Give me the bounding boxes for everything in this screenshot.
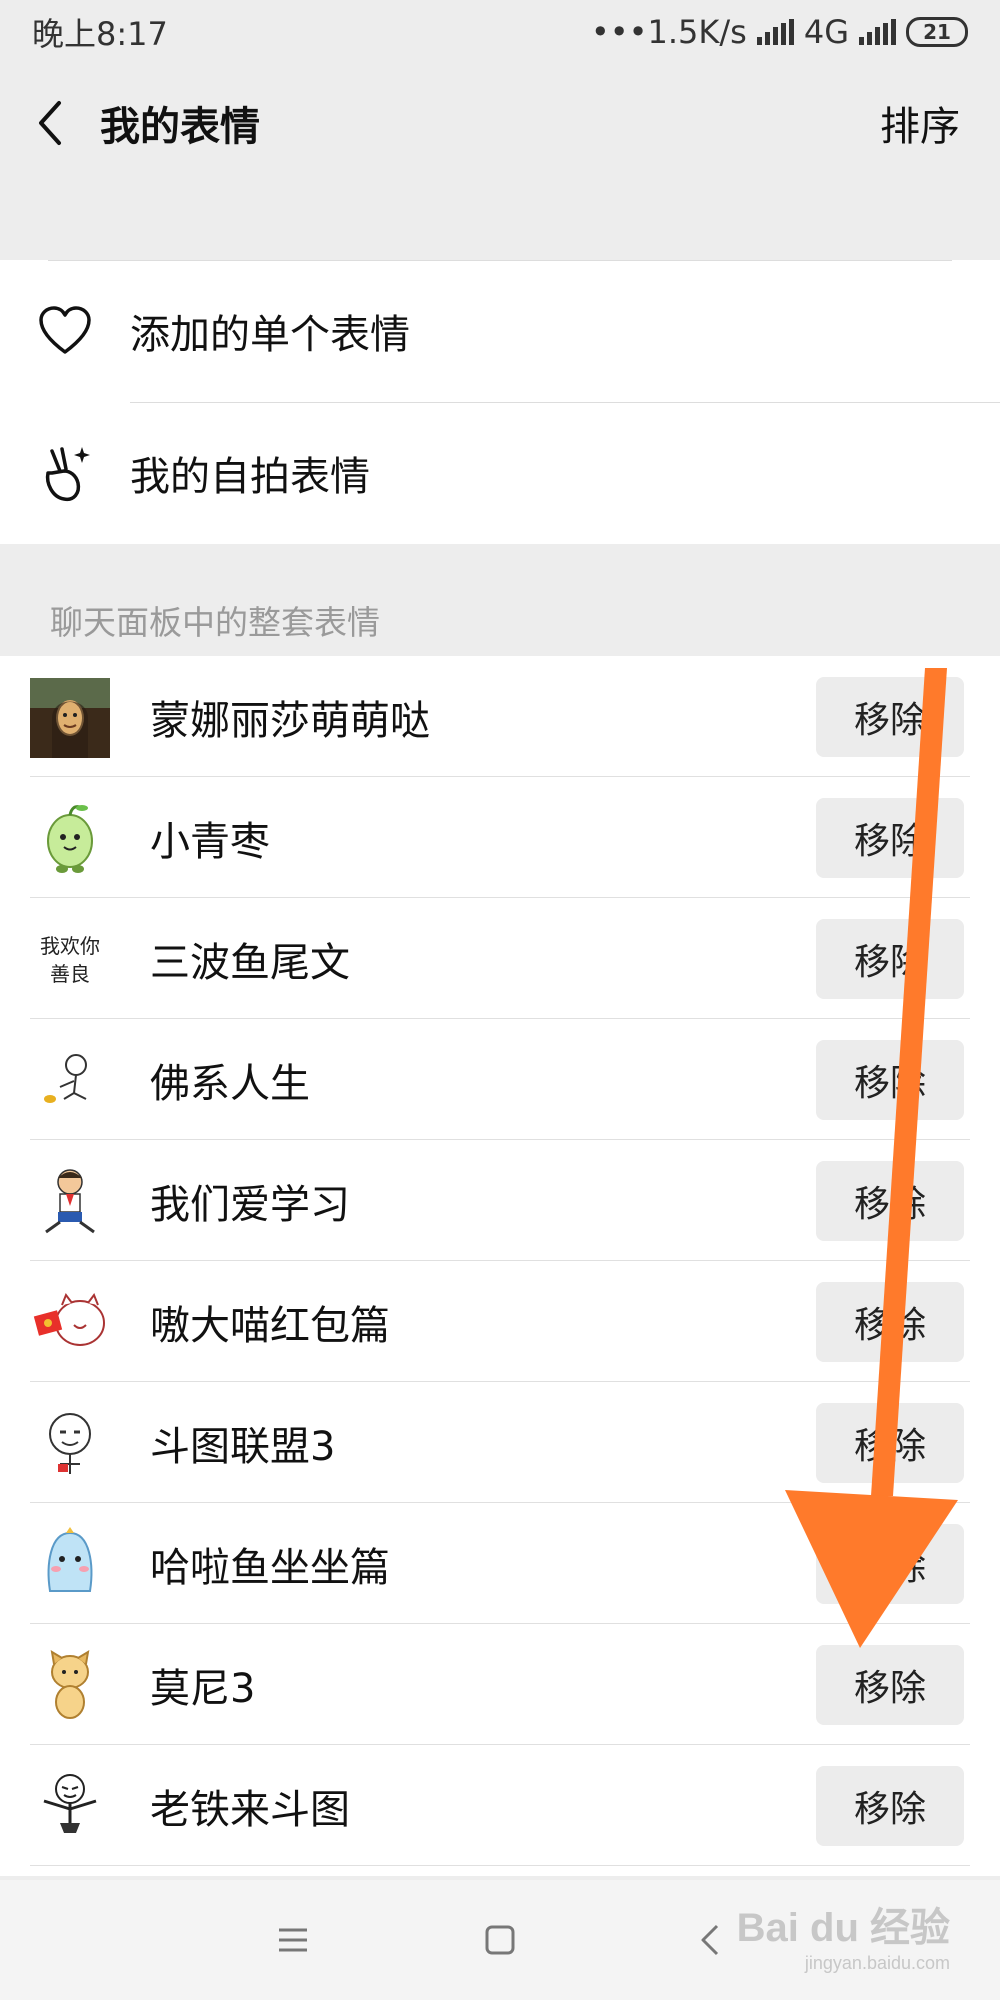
list-item: 哈啦鱼坐坐篇 移除	[0, 1503, 1000, 1624]
remove-button[interactable]: 移除	[816, 919, 964, 999]
status-indicators: •••1.5K/s 4G 21	[591, 13, 968, 51]
pack-name: 三波鱼尾文	[150, 939, 350, 986]
emoji-pack-list: 蒙娜丽莎萌萌哒 移除 小青枣 移除 我欢你 善良 三波鱼尾文 移除 佛系人生 移…	[0, 656, 1000, 1876]
nav-bar: 我的表情 排序	[0, 64, 1000, 182]
remove-button[interactable]: 移除	[816, 1040, 964, 1120]
status-bar: 晚上8:17 •••1.5K/s 4G 21	[0, 0, 1000, 64]
list-item: 斗图联盟3 移除	[0, 1382, 1000, 1503]
signal-icon	[756, 19, 794, 45]
network-speed: •••1.5K/s	[590, 13, 747, 51]
list-item: 我欢你 善良 三波鱼尾文 移除	[0, 898, 1000, 1019]
pack-name: 斗图联盟3	[150, 1423, 336, 1470]
peace-hand-icon	[45, 447, 90, 502]
menu-icon	[279, 1928, 307, 1952]
list-item: 蒙娜丽莎萌萌哒 移除	[0, 656, 1000, 777]
watermark-brand: Bai du 经验	[736, 1906, 950, 1950]
pack-name: 莫尼3	[150, 1665, 256, 1712]
remove-button[interactable]: 移除	[816, 798, 964, 878]
handwriting-thumbnail: 我欢你 善良	[40, 934, 100, 986]
heart-icon	[39, 306, 91, 354]
list-item: 莫尼3 移除	[0, 1624, 1000, 1745]
sitting-figure-thumbnail	[44, 1054, 87, 1103]
menu-item-selfie-emoji[interactable]: 我的自拍表情	[0, 402, 1000, 544]
baidu-jingyan-watermark: Bai du 经验 jingyan.baidu.com	[737, 1895, 950, 1974]
chevron-left-icon	[39, 101, 61, 145]
pack-name: 佛系人生	[150, 1060, 310, 1107]
watermark-url: jingyan.baidu.com	[804, 1953, 950, 1973]
list-item: 我们爱学习 移除	[0, 1140, 1000, 1261]
list-item: 佛系人生 移除	[0, 1019, 1000, 1140]
remove-button[interactable]: 移除	[816, 1524, 964, 1604]
cat-red-envelope-thumbnail	[33, 1292, 105, 1346]
mona-lisa-thumbnail	[30, 678, 110, 758]
pack-name: 蒙娜丽莎萌萌哒	[150, 697, 430, 744]
battery-icon: 21	[906, 17, 968, 47]
remove-button[interactable]: 移除	[816, 677, 964, 757]
list-item: 嗷大喵红包篇 移除	[0, 1261, 1000, 1382]
menu-nav-button[interactable]	[263, 1910, 323, 1970]
schoolboy-thumbnail	[45, 1169, 95, 1234]
yellow-dog-thumbnail	[50, 1650, 90, 1719]
pack-name: 嗷大喵红包篇	[150, 1302, 390, 1349]
section-header: 聊天面板中的整套表情	[50, 603, 380, 642]
pack-name: 我们爱学习	[150, 1181, 350, 1228]
pack-name: 哈啦鱼坐坐篇	[150, 1544, 390, 1591]
menu-item-single-emoji[interactable]: 添加的单个表情	[0, 260, 1000, 402]
back-nav-button[interactable]	[680, 1910, 740, 1970]
meme-face-thumbnail	[49, 1413, 91, 1474]
home-square-icon	[485, 1925, 515, 1955]
blue-fish-thumbnail	[47, 1527, 93, 1592]
pack-name: 老铁来斗图	[150, 1786, 350, 1833]
emoji-menu: 添加的单个表情 我的自拍表情	[0, 260, 1000, 544]
status-time: 晚上8:17	[32, 15, 168, 53]
menu-item-label: 添加的单个表情	[130, 312, 410, 358]
signal-icon-2	[859, 19, 896, 45]
menu-item-label: 我的自拍表情	[130, 454, 370, 500]
home-nav-button[interactable]	[470, 1910, 530, 1970]
list-item: 小青枣 移除	[0, 777, 1000, 898]
sort-button[interactable]: 排序	[840, 94, 1000, 152]
remove-button[interactable]: 移除	[816, 1645, 964, 1725]
remove-button[interactable]: 移除	[816, 1403, 964, 1483]
remove-button[interactable]: 移除	[816, 1282, 964, 1362]
remove-button[interactable]: 移除	[816, 1766, 964, 1846]
list-item: 老铁来斗图 移除	[0, 1745, 1000, 1866]
stickman-thumbnail	[43, 1774, 97, 1833]
remove-button[interactable]: 移除	[816, 1161, 964, 1241]
back-triangle-icon	[701, 1924, 719, 1956]
pack-name: 小青枣	[150, 818, 270, 865]
green-date-character-thumbnail	[47, 805, 93, 873]
network-type: 4G	[803, 13, 849, 51]
back-button[interactable]	[0, 64, 100, 182]
page-title: 我的表情	[100, 104, 260, 150]
divider	[30, 1865, 970, 1866]
